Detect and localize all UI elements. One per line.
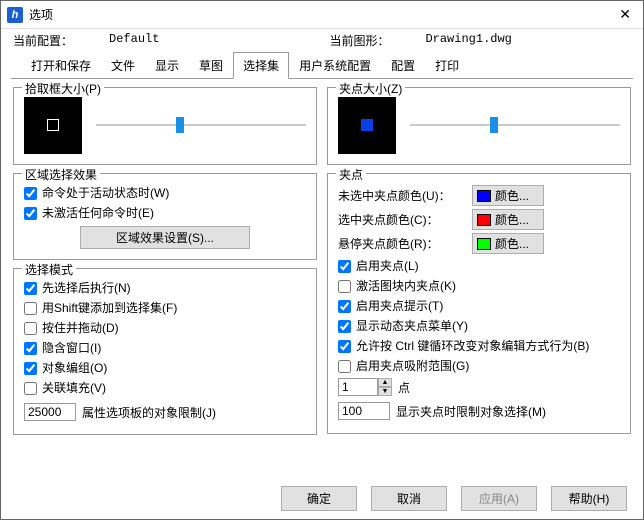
current-config-label: 当前配置：	[13, 32, 73, 49]
chk-block-grips-label: 激活图块内夹点(K)	[356, 277, 456, 295]
chk-block-grips[interactable]	[338, 280, 351, 293]
grip-size-slider[interactable]	[410, 115, 620, 135]
tab-sketch[interactable]: 草图	[189, 52, 233, 79]
chk-no-active-cmd[interactable]	[24, 207, 37, 220]
chk-assoc-hatch-label: 关联填充(V)	[42, 379, 106, 397]
chk-implied-window[interactable]	[24, 342, 37, 355]
chk-dyn-grip-menu[interactable]	[338, 320, 351, 333]
chk-pre-select-label: 先选择后执行(N)	[42, 279, 131, 297]
grip-object-limit-input[interactable]	[338, 402, 390, 420]
grip-size-title: 夹点大小(Z)	[336, 80, 405, 97]
swatch-blue-icon	[477, 190, 491, 202]
pickbox-size-slider[interactable]	[96, 115, 306, 135]
chk-pre-select[interactable]	[24, 282, 37, 295]
current-drawing-value: Drawing1.dwg	[425, 32, 511, 49]
chk-grip-snap-label: 启用夹点吸附范围(G)	[356, 357, 469, 375]
chk-shift-add[interactable]	[24, 302, 37, 315]
hover-grip-color-label: 悬停夹点颜色(R)：	[338, 235, 466, 252]
hover-grip-color-button[interactable]: 颜色...	[472, 233, 544, 254]
chk-dyn-grip-menu-label: 显示动态夹点菜单(Y)	[356, 317, 468, 335]
property-palette-limit-label: 属性选项板的对象限制(J)	[82, 404, 216, 421]
swatch-red-icon	[477, 214, 491, 226]
current-config-value: Default	[109, 32, 159, 49]
pickbox-size-title: 拾取框大小(P)	[22, 80, 104, 97]
help-button[interactable]: 帮助(H)	[551, 486, 627, 511]
chk-grip-tips-label: 启用夹点提示(T)	[356, 297, 443, 315]
window-title: 选项	[29, 6, 53, 23]
chk-shift-add-label: 用Shift键添加到选择集(F)	[42, 299, 177, 317]
close-icon[interactable]: ✕	[613, 6, 637, 23]
tab-config[interactable]: 配置	[381, 52, 425, 79]
grip-snap-range-label: 点	[398, 379, 410, 396]
chk-grip-tips[interactable]	[338, 300, 351, 313]
unselected-grip-color-button[interactable]: 颜色...	[472, 185, 544, 206]
chk-implied-window-label: 隐含窗口(I)	[42, 339, 101, 357]
app-icon: h	[7, 7, 23, 23]
tab-print[interactable]: 打印	[425, 52, 469, 79]
spin-down-icon[interactable]: ▼	[378, 387, 392, 396]
color-btn-label: 颜色...	[495, 187, 529, 204]
chk-cmd-active[interactable]	[24, 187, 37, 200]
chk-enable-grips[interactable]	[338, 260, 351, 273]
chk-ctrl-cycle[interactable]	[338, 340, 351, 353]
chk-object-group[interactable]	[24, 362, 37, 375]
chk-grip-snap[interactable]	[338, 360, 351, 373]
cancel-button[interactable]: 取消	[371, 486, 447, 511]
current-drawing-label: 当前图形：	[329, 32, 389, 49]
region-effect-title: 区域选择效果	[22, 166, 100, 183]
grip-object-limit-label: 显示夹点时限制对象选择(M)	[396, 403, 546, 420]
color-btn-label: 颜色...	[495, 211, 529, 228]
tab-selection[interactable]: 选择集	[233, 52, 289, 79]
chk-cmd-active-label: 命令处于活动状态时(W)	[42, 184, 169, 202]
tab-file[interactable]: 文件	[101, 52, 145, 79]
unselected-grip-color-label: 未选中夹点颜色(U)：	[338, 187, 466, 204]
chk-assoc-hatch[interactable]	[24, 382, 37, 395]
selected-grip-color-label: 选中夹点颜色(C)：	[338, 211, 466, 228]
grip-snap-range-input[interactable]	[338, 378, 378, 396]
tab-user-system[interactable]: 用户系统配置	[289, 52, 381, 79]
tab-display[interactable]: 显示	[145, 52, 189, 79]
grip-group-title: 夹点	[336, 166, 366, 183]
chk-press-drag[interactable]	[24, 322, 37, 335]
apply-button[interactable]: 应用(A)	[461, 486, 537, 511]
property-palette-limit-input[interactable]	[24, 403, 76, 421]
selected-grip-color-button[interactable]: 颜色...	[472, 209, 544, 230]
chk-enable-grips-label: 启用夹点(L)	[356, 257, 419, 275]
color-btn-label: 颜色...	[495, 235, 529, 252]
select-mode-title: 选择模式	[22, 261, 76, 278]
spin-up-icon[interactable]: ▲	[378, 378, 392, 387]
swatch-green-icon	[477, 238, 491, 250]
tab-open-save[interactable]: 打开和保存	[21, 52, 101, 79]
pickbox-preview	[24, 96, 82, 154]
ok-button[interactable]: 确定	[281, 486, 357, 511]
chk-ctrl-cycle-label: 允许按 Ctrl 键循环改变对象编辑方式行为(B)	[356, 337, 589, 355]
chk-no-active-cmd-label: 未激活任何命令时(E)	[42, 204, 154, 222]
region-effect-settings-button[interactable]: 区域效果设置(S)...	[80, 226, 250, 249]
chk-press-drag-label: 按住并拖动(D)	[42, 319, 119, 337]
chk-object-group-label: 对象编组(O)	[42, 359, 107, 377]
grip-preview	[338, 96, 396, 154]
